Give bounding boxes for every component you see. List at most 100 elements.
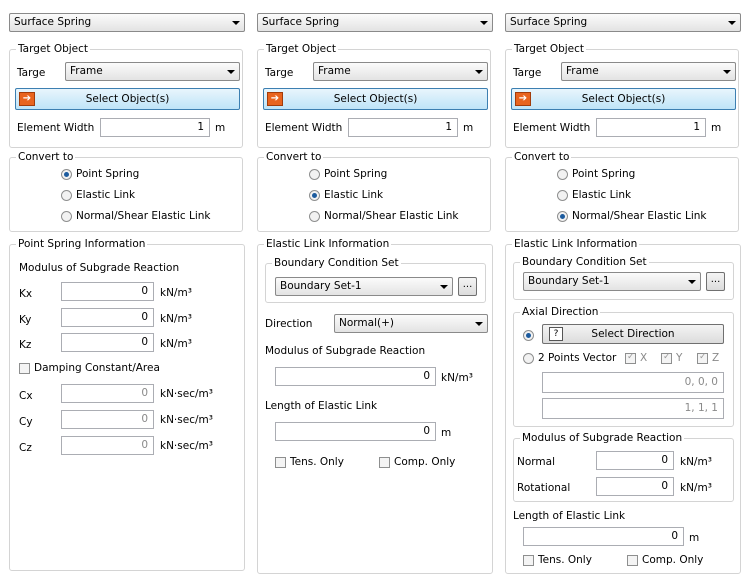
targe-select[interactable]: Frame	[561, 62, 736, 81]
rotational-label: Rotational	[517, 482, 571, 494]
radio-label: Point Spring	[572, 168, 636, 180]
type-select[interactable]: Surface Spring	[505, 13, 741, 32]
kz-unit: kN/m³	[160, 338, 192, 350]
targe-label: Targe	[17, 67, 46, 79]
comp-only-checkbox[interactable]: Comp. Only	[627, 554, 703, 566]
question-icon: ?	[549, 327, 563, 341]
tens-only-checkbox[interactable]: Tens. Only	[523, 554, 592, 566]
chevron-down-icon	[688, 280, 696, 284]
direction-select[interactable]: Normal(+)	[334, 314, 488, 333]
radio-label: Elastic Link	[572, 189, 632, 201]
tens-only-checkbox[interactable]: Tens. Only	[275, 456, 344, 468]
two-points-label: 2 Points Vector	[538, 352, 617, 364]
element-width-input[interactable]: 1	[348, 118, 458, 137]
panel-elastic-link: Surface Spring Target Object Targe Frame…	[248, 0, 498, 581]
radio-dot	[61, 190, 72, 201]
kx-input[interactable]: 0	[61, 282, 154, 301]
radio-label: Normal/Shear Elastic Link	[76, 210, 211, 222]
normal-input[interactable]: 0	[596, 451, 674, 470]
select-direction-label: Select Direction	[591, 328, 675, 340]
cy-input[interactable]: 0	[61, 410, 154, 429]
modulus-input[interactable]: 0	[275, 367, 436, 386]
ky-label: Ky	[19, 314, 32, 326]
z-checkbox[interactable]: Z	[697, 352, 719, 364]
kx-unit: kN/m³	[160, 287, 192, 299]
select-objects-button[interactable]: ➔ Select Object(s)	[511, 88, 736, 110]
checkbox-box	[697, 352, 708, 364]
x-label: X	[640, 352, 648, 364]
radio-normal-shear[interactable]: Normal/Shear Elastic Link	[309, 210, 459, 222]
length-unit: m	[689, 532, 700, 544]
radio-label: Normal/Shear Elastic Link	[572, 210, 707, 222]
radio-normal-shear[interactable]: Normal/Shear Elastic Link	[61, 210, 211, 222]
radio-dot	[309, 190, 320, 201]
point1-input[interactable]: 0, 0, 0	[542, 372, 724, 393]
modulus-unit: kN/m³	[441, 372, 473, 384]
radio-elastic-link[interactable]: Elastic Link	[557, 189, 631, 201]
select-direction-button[interactable]: ? Select Direction	[542, 324, 724, 344]
panel-point-spring: Surface Spring Target Object Targe Frame…	[0, 0, 250, 581]
select-objects-button[interactable]: ➔ Select Object(s)	[15, 88, 240, 110]
cz-input[interactable]: 0	[61, 436, 154, 455]
point-spring-info-legend: Point Spring Information	[16, 238, 148, 250]
comp-only-label: Comp. Only	[642, 554, 704, 566]
direction-value: Normal(+)	[339, 317, 394, 329]
radio-point-spring[interactable]: Point Spring	[309, 168, 387, 180]
elastic-link-info-legend: Elastic Link Information	[512, 238, 640, 250]
chevron-down-icon	[728, 21, 736, 25]
rotational-input[interactable]: 0	[596, 477, 674, 496]
cx-input[interactable]: 0	[61, 384, 154, 403]
radio-normal-shear[interactable]: Normal/Shear Elastic Link	[557, 210, 707, 222]
targe-label: Targe	[265, 67, 294, 79]
cx-unit: kN·sec/m³	[160, 388, 213, 400]
y-checkbox[interactable]: Y	[661, 352, 682, 364]
cy-unit: kN·sec/m³	[160, 414, 213, 426]
x-checkbox[interactable]: X	[625, 352, 647, 364]
length-unit: m	[441, 427, 452, 439]
boundary-set-more-button[interactable]: ...	[706, 272, 725, 291]
select-objects-label: Select Object(s)	[333, 93, 418, 105]
element-width-input[interactable]: 1	[596, 118, 706, 137]
type-select[interactable]: Surface Spring	[257, 13, 493, 32]
rotational-unit: kN/m³	[680, 482, 712, 494]
kz-input[interactable]: 0	[61, 333, 154, 352]
select-objects-button[interactable]: ➔ Select Object(s)	[263, 88, 488, 110]
length-input[interactable]: 0	[275, 422, 436, 441]
radio-elastic-link[interactable]: Elastic Link	[309, 189, 383, 201]
ky-input[interactable]: 0	[61, 308, 154, 327]
targe-select[interactable]: Frame	[313, 62, 488, 81]
cz-label: Cz	[19, 442, 32, 454]
radio-label: Point Spring	[76, 168, 140, 180]
radio-dot	[309, 169, 320, 180]
boundary-set-more-button[interactable]: ...	[458, 277, 477, 296]
radio-dot	[557, 169, 568, 180]
boundary-set-select[interactable]: Boundary Set-1	[523, 272, 701, 291]
damping-checkbox[interactable]: Damping Constant/Area	[19, 362, 160, 374]
element-width-input[interactable]: 1	[100, 118, 210, 137]
radio-point-spring[interactable]: Point Spring	[61, 168, 139, 180]
chevron-down-icon	[227, 70, 235, 74]
modulus-label: Modulus of Subgrade Reaction	[265, 345, 426, 357]
select-objects-label: Select Object(s)	[85, 93, 170, 105]
type-select[interactable]: Surface Spring	[9, 13, 245, 32]
length-label: Length of Elastic Link	[513, 510, 626, 522]
select-arrow-icon: ➔	[267, 92, 283, 106]
checkbox-box	[523, 555, 534, 566]
normal-label: Normal	[517, 456, 555, 468]
length-input[interactable]: 0	[523, 527, 684, 546]
boundary-set-select[interactable]: Boundary Set-1	[275, 277, 453, 296]
targe-select[interactable]: Frame	[65, 62, 240, 81]
chevron-down-icon	[475, 70, 483, 74]
y-label: Y	[676, 352, 683, 364]
axial-direction-legend: Axial Direction	[520, 306, 601, 318]
point2-input[interactable]: 1, 1, 1	[542, 398, 724, 419]
target-object-legend: Target Object	[16, 43, 91, 55]
checkbox-box	[625, 352, 636, 364]
comp-only-checkbox[interactable]: Comp. Only	[379, 456, 455, 468]
element-width-unit: m	[215, 122, 226, 134]
radio-elastic-link[interactable]: Elastic Link	[61, 189, 135, 201]
damping-label: Damping Constant/Area	[34, 362, 160, 374]
radio-point-spring[interactable]: Point Spring	[557, 168, 635, 180]
chevron-down-icon	[475, 322, 483, 326]
radio-two-points-vector[interactable]: 2 Points Vector	[523, 352, 616, 364]
